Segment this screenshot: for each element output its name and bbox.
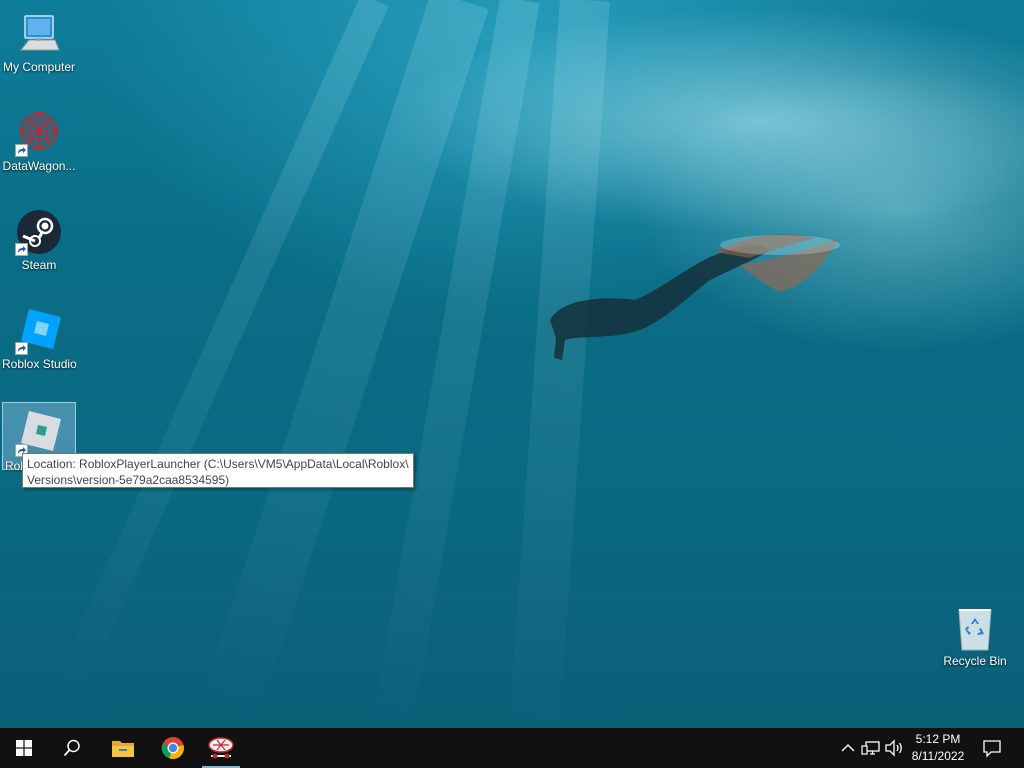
chevron-up-icon xyxy=(841,744,855,752)
desktop-icon-label: Roblox Studio xyxy=(2,357,76,371)
network-icon xyxy=(861,741,880,755)
shortcut-arrow-icon xyxy=(15,144,28,157)
volume-icon xyxy=(885,739,902,757)
roblox-studio-icon xyxy=(15,307,63,355)
taskbar-datawagon[interactable] xyxy=(200,728,242,768)
desktop-wallpaper xyxy=(0,0,1024,760)
start-button[interactable] xyxy=(0,728,48,768)
chrome-icon xyxy=(161,737,184,760)
desktop-icon-my-computer[interactable]: My Computer xyxy=(2,4,76,92)
diver-silhouette xyxy=(550,234,840,360)
volume-button[interactable] xyxy=(884,738,904,758)
tooltip-line: Location: RobloxPlayerLauncher (C:\Users… xyxy=(27,457,409,471)
computer-icon xyxy=(15,10,63,58)
file-explorer-icon xyxy=(112,741,134,757)
desktop-icon-label: Recycle Bin xyxy=(943,654,1007,668)
steam-icon xyxy=(15,208,63,256)
windows-logo-icon xyxy=(16,740,32,756)
action-center-button[interactable] xyxy=(982,738,1002,758)
tooltip-line: Versions\version-5e79a2caa8534595) xyxy=(27,473,230,487)
datawagon-icon xyxy=(15,109,63,157)
taskbar-chrome[interactable] xyxy=(150,728,196,768)
taskbar-file-explorer[interactable] xyxy=(100,728,146,768)
search-button[interactable] xyxy=(48,728,96,768)
desktop-icon-label: My Computer xyxy=(2,60,76,74)
datawagon-icon xyxy=(208,737,234,759)
notification-icon xyxy=(983,740,1001,758)
shortcut-arrow-icon xyxy=(15,243,28,256)
desktop-icon-steam[interactable]: Steam xyxy=(2,202,76,290)
roblox-icon xyxy=(15,409,63,457)
desktop-icon-label: DataWagon... xyxy=(2,159,76,173)
shortcut-arrow-icon xyxy=(15,342,28,355)
show-hidden-icons-button[interactable] xyxy=(838,738,858,758)
desktop-icon-recycle-bin[interactable]: Recycle Bin xyxy=(938,598,1012,686)
taskbar: 5:12 PM 8/11/2022 xyxy=(0,728,1024,768)
location-tooltip: Location: RobloxPlayerLauncher (C:\Users… xyxy=(22,453,414,488)
desktop-icon-roblox-studio[interactable]: Roblox Studio xyxy=(2,301,76,389)
taskbar-clock[interactable]: 5:12 PM 8/11/2022 xyxy=(902,731,974,765)
network-button[interactable] xyxy=(861,738,881,758)
recycle-bin-icon xyxy=(951,604,999,652)
clock-date: 8/11/2022 xyxy=(911,749,965,763)
search-icon xyxy=(63,739,80,757)
desktop-icon-label: Steam xyxy=(21,258,57,272)
desktop-icon-datawagon[interactable]: DataWagon... xyxy=(2,103,76,191)
clock-time: 5:12 PM xyxy=(915,732,961,746)
